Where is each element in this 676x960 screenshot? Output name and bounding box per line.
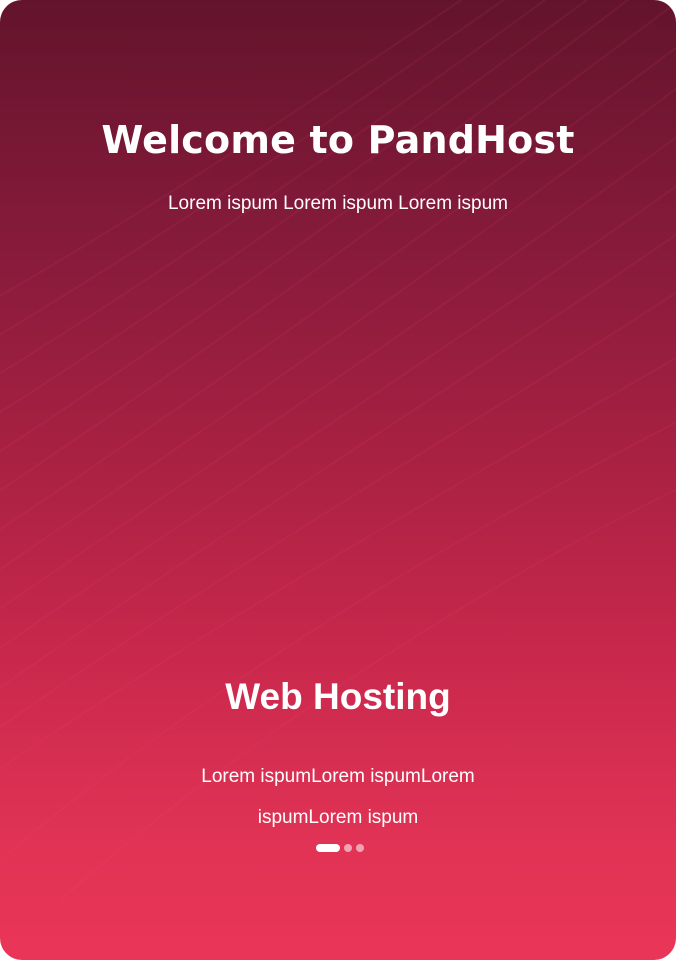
pagination-dots — [316, 844, 364, 852]
pagination-dot-2[interactable] — [344, 844, 352, 852]
pagination-dot-3[interactable] — [356, 844, 364, 852]
slide-title: Web Hosting — [225, 676, 451, 717]
onboarding-card: Welcome to PandHost Lorem ispum Lorem is… — [0, 0, 676, 960]
pagination-dot-1[interactable] — [316, 844, 340, 852]
slide-description: Lorem ispumLorem ispumLorem ispumLorem i… — [201, 766, 475, 828]
welcome-subtitle: Lorem ispum Lorem ispum Lorem ispum — [167, 193, 508, 214]
welcome-title: Welcome to PandHost — [101, 118, 575, 162]
